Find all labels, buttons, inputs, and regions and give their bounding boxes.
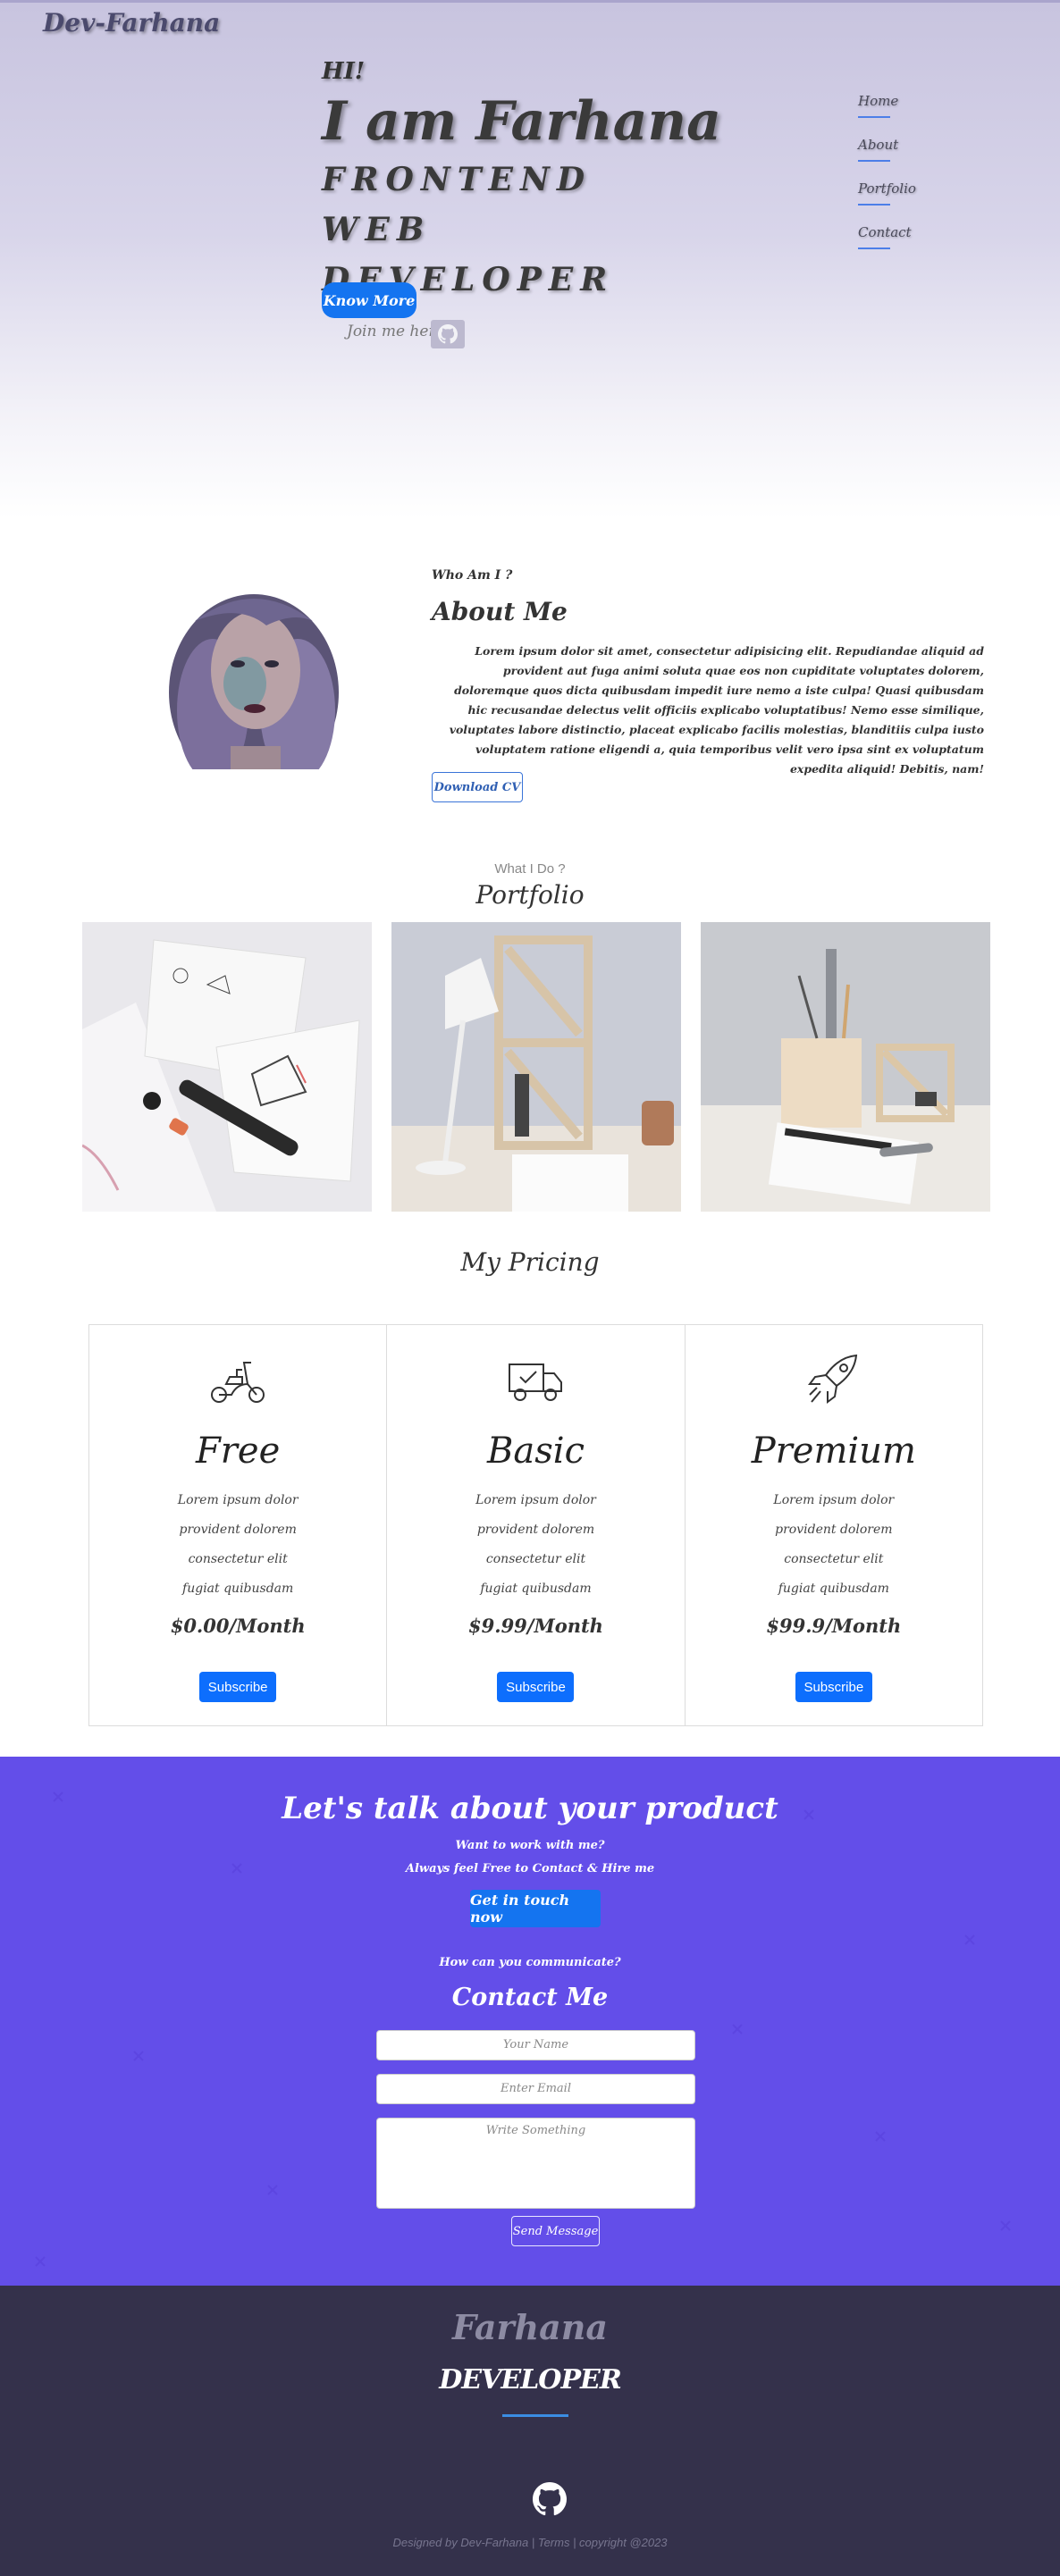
pricing-card-premium: Premium Lorem ipsum dolor provident dolo… (686, 1325, 982, 1725)
plan-description: Lorem ipsum dolor provident dolorem cons… (475, 1493, 596, 1596)
portfolio-kicker: What I Do ? (494, 861, 566, 877)
know-more-button[interactable]: Know More (322, 282, 416, 318)
get-in-touch-button[interactable]: Get in touch now (470, 1890, 601, 1927)
main-nav: Home About Portfolio Contact (858, 92, 916, 267)
contact-subtitle: How can you communicate? (439, 1956, 621, 1969)
pricing-card-free: Free Lorem ipsum dolor provident dolorem… (89, 1325, 388, 1725)
pricing-title: My Pricing (460, 1247, 600, 1277)
portfolio-image-desk-lamp[interactable] (391, 922, 681, 1212)
plan-name: Basic (487, 1431, 585, 1472)
plan-price: $99.9/Month (766, 1615, 902, 1637)
plan-price: $9.99/Month (468, 1615, 603, 1637)
nav-underline (858, 160, 890, 162)
github-link[interactable] (431, 320, 465, 348)
hero-section: Dev-Farhana HI! I am Farhana FRONTEND WE… (0, 0, 1060, 518)
footer: Farhana DEVELOPER Designed by Dev-Farhan… (0, 2286, 1060, 2576)
footer-role: DEVELOPER (439, 2364, 622, 2396)
nav-underline (858, 204, 890, 206)
about-kicker: Who Am I ? (432, 568, 513, 583)
portfolio-image-stationery[interactable] (701, 922, 990, 1212)
plan-price: $0.00/Month (170, 1615, 306, 1637)
subscribe-button[interactable]: Subscribe (795, 1672, 872, 1702)
truck-icon (504, 1352, 567, 1409)
about-text: Lorem ipsum dolor sit amet, consectetur … (449, 644, 984, 776)
brand-logo[interactable]: Dev-Farhana (43, 8, 220, 38)
footer-divider (502, 2414, 568, 2417)
pricing-table: Free Lorem ipsum dolor provident dolorem… (88, 1324, 983, 1726)
contact-line-1: Want to work with me? (455, 1839, 605, 1852)
page: Dev-Farhana HI! I am Farhana FRONTEND WE… (0, 0, 1060, 2576)
github-icon (533, 2482, 567, 2516)
nav-underline (858, 248, 890, 249)
subscribe-button[interactable]: Subscribe (199, 1672, 277, 1702)
nav-underline (858, 116, 890, 118)
subscribe-button[interactable]: Subscribe (497, 1672, 575, 1702)
contact-heading: Contact Me (451, 1984, 609, 2011)
name-field[interactable]: Your Name (376, 2030, 695, 2060)
plan-description: Lorem ipsum dolor provident dolorem cons… (177, 1493, 299, 1596)
portfolio-image-sketches[interactable] (82, 922, 372, 1212)
profile-avatar (159, 585, 349, 769)
email-field[interactable]: Enter Email (376, 2074, 695, 2104)
message-field[interactable]: Write Something (376, 2118, 695, 2209)
about-title: About Me (432, 597, 568, 626)
contact-section: Let's talk about your product Want to wo… (0, 1757, 1060, 2286)
hero-name: I am Farhana (322, 90, 722, 153)
pricing-card-basic: Basic Lorem ipsum dolor provident dolore… (387, 1325, 686, 1725)
contact-line-2: Always feel Free to Contact & Hire me (405, 1862, 655, 1875)
contact-title: Let's talk about your product (282, 1791, 778, 1826)
plan-name: Free (196, 1431, 281, 1472)
nav-item-home[interactable]: Home (858, 92, 916, 136)
footer-github-link[interactable] (533, 2482, 567, 2516)
plan-description: Lorem ipsum dolor provident dolorem cons… (773, 1493, 895, 1596)
nav-item-portfolio[interactable]: Portfolio (858, 180, 916, 223)
scooter-icon (206, 1352, 269, 1409)
download-cv-button[interactable]: Download CV (432, 772, 523, 802)
footer-copyright: Designed by Dev-Farhana | Terms | copyri… (392, 2536, 668, 2549)
hero-greeting: HI! (322, 58, 366, 85)
portfolio-title: Portfolio (475, 880, 585, 910)
nav-item-about[interactable]: About (858, 136, 916, 180)
footer-brand: Farhana (451, 2307, 609, 2347)
plan-name: Premium (751, 1431, 916, 1472)
rocket-icon (803, 1352, 865, 1409)
github-icon (438, 324, 458, 344)
nav-item-contact[interactable]: Contact (858, 223, 916, 267)
send-message-button[interactable]: Send Message (511, 2216, 600, 2246)
